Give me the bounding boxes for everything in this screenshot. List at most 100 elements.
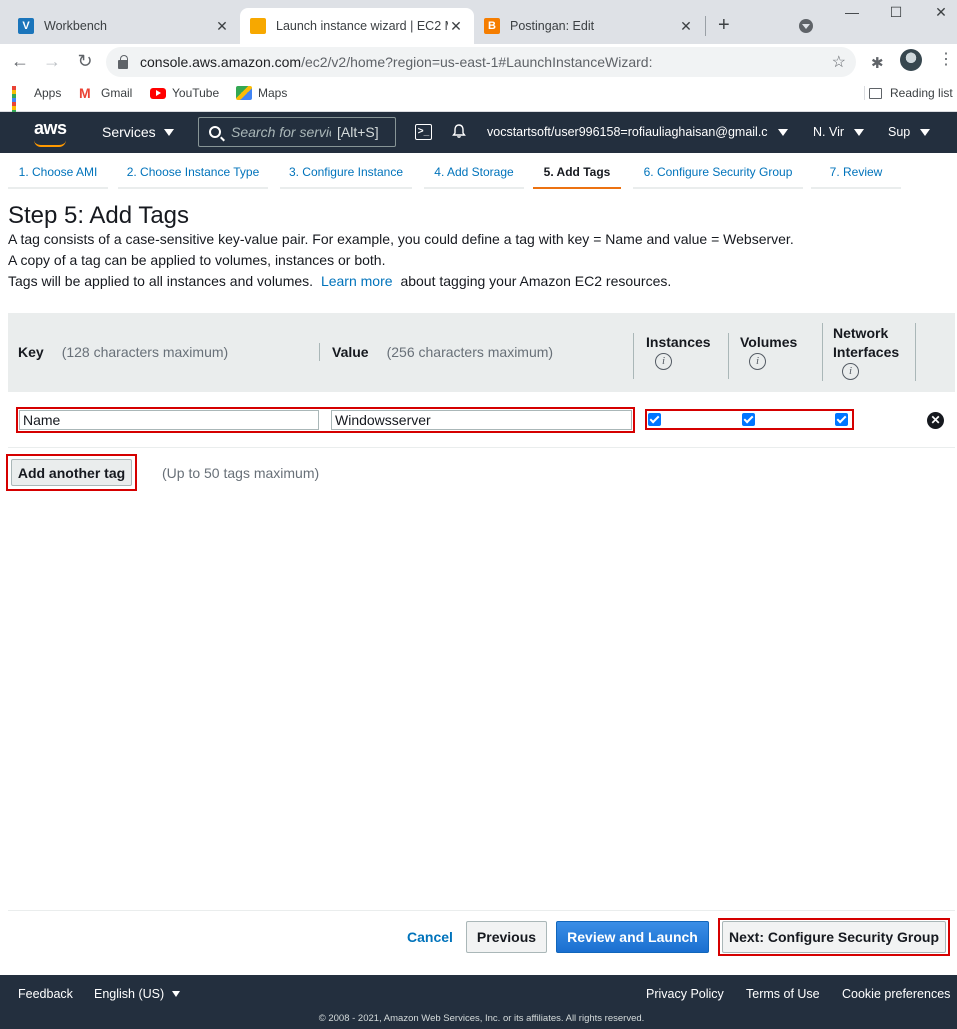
- privacy-policy-link[interactable]: Privacy Policy: [646, 987, 724, 1001]
- tag-value-input[interactable]: [331, 410, 632, 430]
- cloudshell-icon[interactable]: >_: [415, 124, 432, 140]
- tab-search-icon[interactable]: [799, 19, 813, 33]
- forward-arrow-icon[interactable]: →: [41, 51, 63, 71]
- browser-tab-workbench[interactable]: V Workbench ✕: [8, 8, 240, 44]
- region-menu[interactable]: N. Vir: [813, 125, 865, 139]
- extensions-puzzle-icon[interactable]: ✱: [871, 54, 884, 72]
- key-column-header: Key (128 characters maximum): [18, 344, 228, 360]
- support-label: Sup: [888, 125, 911, 139]
- lock-icon: [118, 54, 128, 69]
- chevron-down-icon: [163, 128, 174, 136]
- tab-title: Postingan: Edit: [510, 19, 595, 33]
- browser-tab-launch-wizard[interactable]: Launch instance wizard | EC2 Management …: [240, 8, 474, 44]
- bookmark-gmail[interactable]: M Gmail: [79, 86, 132, 100]
- step-add-storage[interactable]: 4. Add Storage: [424, 153, 524, 189]
- aws-search-input[interactable]: [231, 124, 331, 140]
- previous-button[interactable]: Previous: [466, 921, 547, 953]
- aws-console-header: aws Services [Alt+S] >_ vocstartsoft/use…: [0, 112, 957, 153]
- step-configure-security-group[interactable]: 6. Configure Security Group: [633, 153, 803, 189]
- terms-of-use-link[interactable]: Terms of Use: [746, 987, 820, 1001]
- bookmark-youtube[interactable]: YouTube: [150, 86, 219, 100]
- account-menu[interactable]: vocstartsoft/user996158=rofiauliaghaisan…: [487, 125, 788, 139]
- key-header-hint: (128 characters maximum): [61, 344, 229, 360]
- step-review[interactable]: 7. Review: [811, 153, 901, 189]
- description-line-3: Tags will be applied to all instances an…: [8, 273, 671, 289]
- services-label: Services: [102, 124, 156, 140]
- value-header-hint: (256 characters maximum): [386, 344, 554, 360]
- column-divider: [633, 333, 634, 379]
- tag-key-input[interactable]: [19, 410, 319, 430]
- volumes-checkbox[interactable]: [742, 413, 755, 426]
- maximize-icon[interactable]: ☐: [886, 4, 906, 21]
- bookmark-star-icon[interactable]: ☆: [832, 52, 846, 72]
- column-divider: [915, 323, 916, 381]
- aws-logo[interactable]: aws: [34, 118, 67, 147]
- instances-checkbox[interactable]: [648, 413, 661, 426]
- reload-icon[interactable]: ↻: [74, 51, 96, 71]
- services-menu[interactable]: Services: [102, 124, 174, 140]
- profile-avatar[interactable]: [900, 49, 922, 71]
- notification-bell-icon[interactable]: [452, 124, 466, 138]
- instances-info-icon[interactable]: i: [655, 353, 672, 370]
- remove-tag-icon[interactable]: ✕: [927, 412, 944, 429]
- step-configure-instance[interactable]: 3. Configure Instance: [280, 153, 412, 189]
- close-tab-icon[interactable]: ✕: [214, 18, 230, 35]
- learn-more-link[interactable]: Learn more: [321, 273, 393, 289]
- browser-tab-postingan[interactable]: B Postingan: Edit ✕: [474, 8, 704, 44]
- network-header-line-2: Interfaces: [833, 344, 900, 360]
- network-interfaces-info-icon[interactable]: i: [842, 363, 859, 380]
- network-interfaces-column-header: Network Interfaces: [833, 325, 899, 360]
- column-divider: [728, 333, 729, 379]
- step-choose-ami[interactable]: 1. Choose AMI: [8, 153, 108, 189]
- support-menu[interactable]: Sup: [888, 125, 931, 139]
- tab-title: Launch instance wizard | EC2 Management …: [276, 19, 448, 33]
- key-header-label: Key: [18, 344, 44, 360]
- cancel-button[interactable]: Cancel: [400, 921, 460, 953]
- close-tab-icon[interactable]: ✕: [678, 18, 694, 35]
- browser-menu-icon[interactable]: ⋮: [938, 52, 954, 68]
- new-tab-plus-icon[interactable]: +: [718, 14, 730, 36]
- bookmark-maps[interactable]: Maps: [236, 86, 287, 100]
- next-configure-security-group-button[interactable]: Next: Configure Security Group: [722, 921, 946, 953]
- address-bar[interactable]: console.aws.amazon.com /ec2/v2/home?regi…: [106, 47, 856, 77]
- value-column-header: Value (256 characters maximum): [332, 344, 553, 360]
- step-choose-instance-type[interactable]: 2. Choose Instance Type: [118, 153, 268, 189]
- description-suffix: about tagging your Amazon EC2 resources.: [400, 273, 672, 289]
- window-close-icon[interactable]: ✕: [931, 4, 951, 21]
- value-header-label: Value: [332, 344, 369, 360]
- bookmark-apps[interactable]: Apps: [12, 86, 62, 122]
- reading-list[interactable]: Reading list: [864, 86, 953, 100]
- column-divider: [319, 343, 320, 361]
- step-add-tags[interactable]: 5. Add Tags: [533, 153, 621, 189]
- network-interfaces-checkbox[interactable]: [835, 413, 848, 426]
- bookmark-label: Apps: [34, 86, 62, 100]
- network-header-line-1: Network: [833, 325, 889, 341]
- cookie-preferences-link[interactable]: Cookie preferences: [842, 987, 950, 1001]
- add-another-tag-button[interactable]: Add another tag: [11, 459, 132, 486]
- apps-grid-icon: [12, 86, 28, 122]
- volumes-column-header: Volumes: [740, 334, 798, 350]
- search-shortcut-hint: [Alt+S]: [337, 124, 379, 140]
- youtube-icon: [150, 87, 166, 99]
- aws-smile-icon: [34, 140, 66, 147]
- tags-table-header: Key (128 characters maximum) Value (256 ch…: [8, 313, 955, 392]
- region-label: N. Vir: [813, 125, 845, 139]
- bookmark-label: Gmail: [101, 86, 133, 100]
- language-label: English (US): [94, 987, 165, 1001]
- bookmark-label: YouTube: [172, 86, 220, 100]
- volumes-info-icon[interactable]: i: [749, 353, 766, 370]
- chevron-down-icon: [777, 128, 788, 136]
- url-host: console.aws.amazon.com: [140, 54, 302, 70]
- review-and-launch-button[interactable]: Review and Launch: [556, 921, 709, 953]
- language-selector[interactable]: English (US): [94, 987, 181, 1001]
- url-path: /ec2/v2/home?region=us-east-1#LaunchInst…: [301, 54, 653, 70]
- feedback-link[interactable]: Feedback: [18, 987, 73, 1001]
- browser-tab-strip: V Workbench ✕ Launch instance wizard | E…: [0, 0, 957, 44]
- chevron-down-icon: [854, 128, 865, 136]
- close-tab-icon[interactable]: ✕: [448, 18, 464, 35]
- aws-ec2-favicon-icon: [250, 18, 266, 34]
- back-arrow-icon[interactable]: ←: [9, 51, 31, 71]
- aws-search-box[interactable]: [Alt+S]: [198, 117, 396, 147]
- minimize-icon[interactable]: —: [842, 4, 862, 20]
- divider: [8, 910, 955, 911]
